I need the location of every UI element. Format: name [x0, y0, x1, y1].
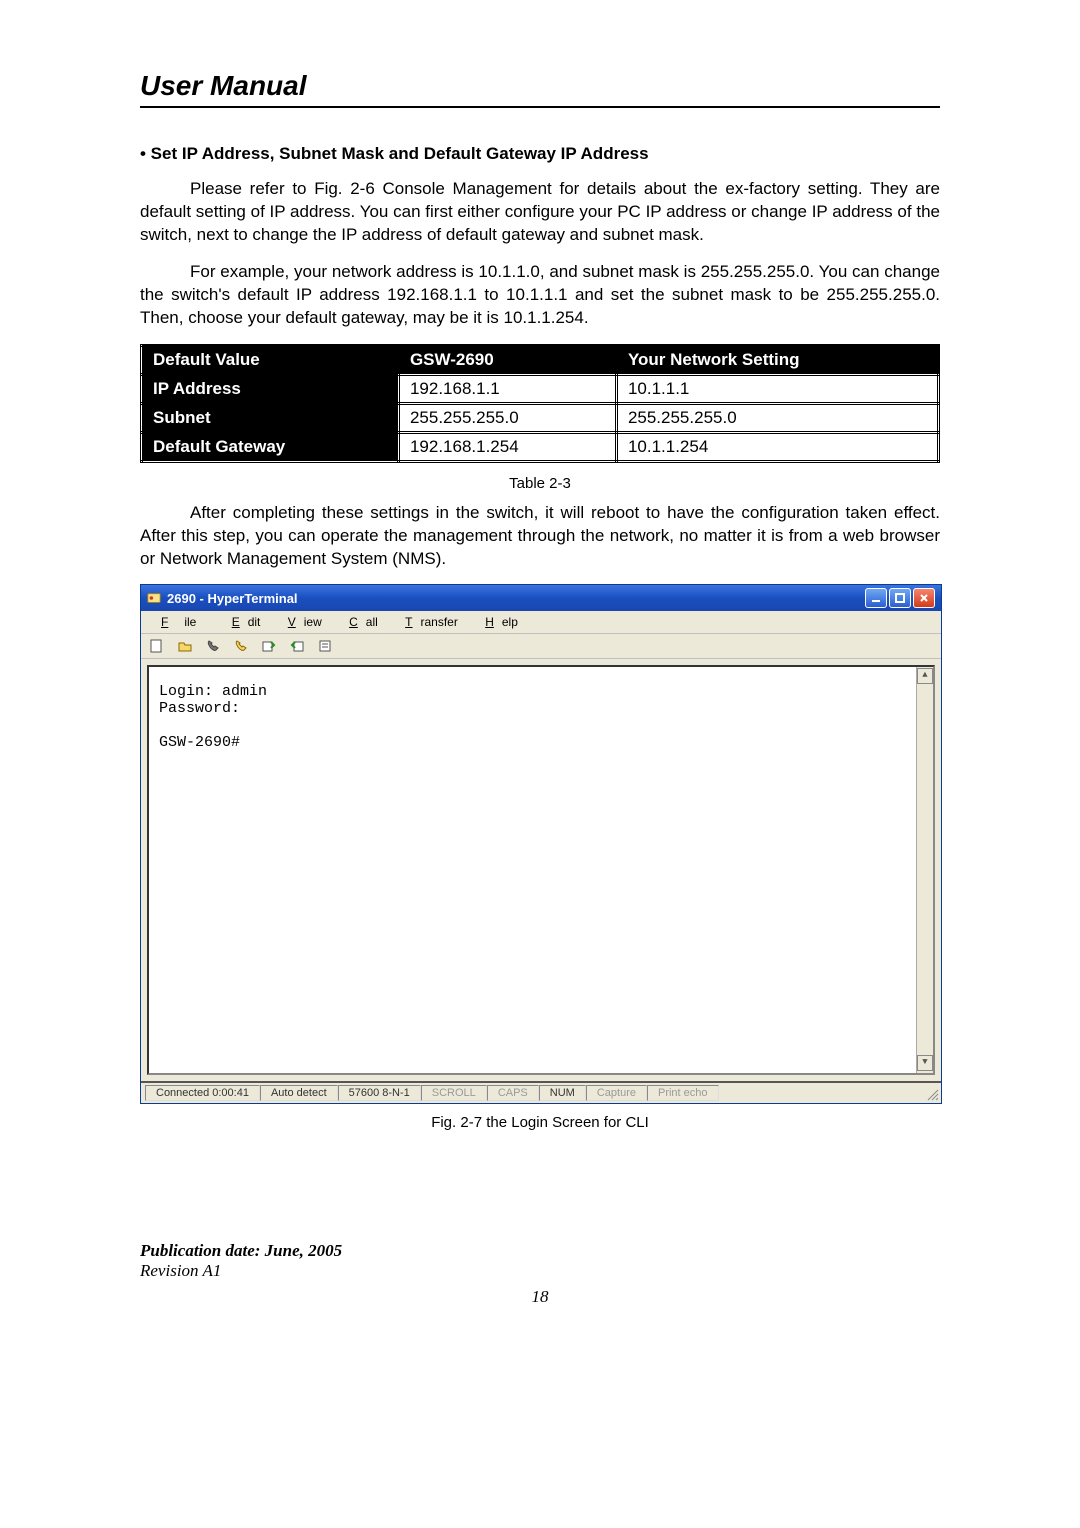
status-caps: CAPS	[487, 1085, 539, 1101]
cell: 192.168.1.254	[398, 432, 616, 461]
cell: 10.1.1.1	[616, 374, 938, 403]
toolbar	[141, 634, 941, 659]
menu-transfer[interactable]: Transfer	[389, 613, 466, 631]
terminal-line-password: Password:	[159, 700, 923, 717]
status-num: NUM	[539, 1085, 586, 1101]
cell: 10.1.1.254	[616, 432, 938, 461]
page-number: 18	[140, 1287, 940, 1307]
menu-help[interactable]: Help	[469, 613, 526, 631]
scroll-down-arrow-icon[interactable]: ▼	[917, 1055, 933, 1071]
table-header-gsw: GSW-2690	[398, 345, 616, 374]
paragraph: Please refer to Fig. 2-6 Console Managem…	[140, 178, 940, 247]
menu-file[interactable]: File	[145, 613, 212, 631]
new-icon[interactable]	[147, 637, 167, 655]
disconnect-icon[interactable]	[231, 637, 251, 655]
status-params: 57600 8-N-1	[338, 1085, 421, 1101]
minimize-button[interactable]	[865, 588, 887, 608]
table-row: IP Address 192.168.1.1 10.1.1.1	[142, 374, 939, 403]
figure-caption: Fig. 2-7 the Login Screen for CLI	[140, 1114, 940, 1131]
cell: 255.255.255.0	[616, 403, 938, 432]
status-capture: Capture	[586, 1085, 647, 1101]
table-header-default-value: Default Value	[142, 345, 399, 374]
table-header-your-setting: Your Network Setting	[616, 345, 938, 374]
terminal-area[interactable]: Login: admin Password: GSW-2690# ▲ ▼	[147, 665, 935, 1075]
menubar: File Edit View Call Transfer Help	[141, 611, 941, 634]
terminal-line-prompt: GSW-2690#	[159, 734, 923, 751]
paragraph: After completing these settings in the s…	[140, 502, 940, 571]
app-icon	[147, 591, 161, 605]
publication-date: Publication date: June, 2005	[140, 1241, 940, 1261]
status-autodetect: Auto detect	[260, 1085, 338, 1101]
row-label-gateway: Default Gateway	[142, 432, 399, 461]
resize-grip-icon[interactable]	[925, 1087, 939, 1101]
row-label-ip: IP Address	[142, 374, 399, 403]
table-row: Subnet 255.255.255.0 255.255.255.0	[142, 403, 939, 432]
revision: Revision A1	[140, 1261, 940, 1281]
table-caption: Table 2-3	[140, 475, 940, 492]
scroll-up-arrow-icon[interactable]: ▲	[917, 668, 933, 684]
receive-icon[interactable]	[287, 637, 307, 655]
table-row: Default Gateway 192.168.1.254 10.1.1.254	[142, 432, 939, 461]
scrollbar[interactable]: ▲ ▼	[916, 667, 933, 1073]
menu-edit[interactable]: Edit	[216, 613, 269, 631]
call-icon[interactable]	[203, 637, 223, 655]
send-icon[interactable]	[259, 637, 279, 655]
open-icon[interactable]	[175, 637, 195, 655]
window-titlebar[interactable]: 2690 - HyperTerminal	[141, 585, 941, 611]
network-settings-table: Default Value GSW-2690 Your Network Sett…	[140, 344, 940, 463]
close-button[interactable]	[913, 588, 935, 608]
menu-view[interactable]: View	[272, 613, 330, 631]
row-label-subnet: Subnet	[142, 403, 399, 432]
doc-title: User Manual	[140, 70, 940, 102]
status-scroll: SCROLL	[421, 1085, 487, 1101]
terminal-blank	[159, 717, 923, 734]
cell: 255.255.255.0	[398, 403, 616, 432]
cell: 192.168.1.1	[398, 374, 616, 403]
maximize-button[interactable]	[889, 588, 911, 608]
properties-icon[interactable]	[315, 637, 335, 655]
status-connected: Connected 0:00:41	[145, 1085, 260, 1101]
window-title: 2690 - HyperTerminal	[167, 591, 298, 606]
statusbar: Connected 0:00:41 Auto detect 57600 8-N-…	[141, 1081, 941, 1103]
paragraph: For example, your network address is 10.…	[140, 261, 940, 330]
hyperterminal-window: 2690 - HyperTerminal File Edit View Call…	[140, 584, 942, 1104]
horizontal-rule	[140, 106, 940, 108]
terminal-line-login: Login: admin	[159, 683, 923, 700]
menu-call[interactable]: Call	[333, 613, 386, 631]
status-printecho: Print echo	[647, 1085, 719, 1101]
section-heading: • Set IP Address, Subnet Mask and Defaul…	[140, 144, 940, 164]
